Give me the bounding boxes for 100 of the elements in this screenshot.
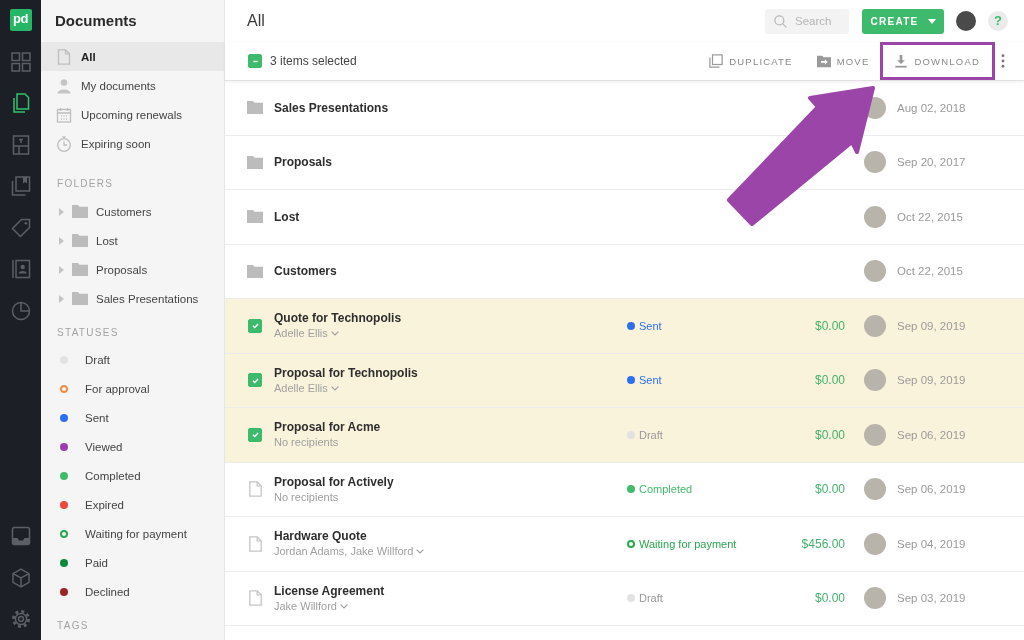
owner-avatar <box>864 369 886 392</box>
date-text: Sep 04, 2019 <box>897 537 966 550</box>
folder-icon <box>247 210 263 224</box>
caret-icon[interactable] <box>59 207 64 216</box>
selection-count: 3 items selected <box>270 54 357 68</box>
document-row[interactable]: Proposal for Actively No recipients Completed $0.00 Sep 06, 2019 <box>225 462 1024 517</box>
checkmark-icon <box>250 375 260 385</box>
chevron-down-icon[interactable] <box>416 549 425 555</box>
owner-avatar <box>864 314 886 337</box>
status-label: Sent <box>639 374 662 387</box>
sidebar-item[interactable]: Upcoming renewals <box>41 100 224 129</box>
status-filter[interactable]: Sent <box>41 403 224 432</box>
date-text: Sep 20, 2017 <box>897 156 966 169</box>
recipients-text: No recipients <box>274 489 339 505</box>
status-filter[interactable]: Completed <box>41 461 224 490</box>
status-filter[interactable]: Expired <box>41 490 224 519</box>
folder-icon <box>72 292 88 305</box>
owner-avatar <box>864 532 886 555</box>
status-filter[interactable]: For approval <box>41 374 224 403</box>
document-icon <box>248 481 262 498</box>
duplicate-button[interactable]: DUPLICATE <box>709 54 793 68</box>
date-text: Sep 06, 2019 <box>897 428 966 441</box>
template-icon[interactable] <box>10 134 31 155</box>
document-row[interactable]: Proposal for Technopolis Adelle Ellis Sent $0.00 Sep 09, 2019 <box>225 353 1024 408</box>
more-options-icon[interactable] <box>1001 54 1005 68</box>
recipients-text: No recipients <box>274 435 339 451</box>
contact-icon[interactable] <box>10 259 31 280</box>
document-row[interactable]: License Agreement Jake Willford Draft $0.00 Sep 03, 2019 <box>225 571 1024 626</box>
status-filter[interactable]: Paid <box>41 548 224 577</box>
item-name: Sales Presentations <box>274 99 390 116</box>
item-name: Customers <box>274 263 338 280</box>
item-name: Proposal for Actively <box>274 473 395 490</box>
item-name: License Agreement <box>274 582 386 599</box>
date-text: Aug 02, 2018 <box>897 101 966 114</box>
user-avatar[interactable] <box>956 11 976 31</box>
section-heading: TAGS <box>56 619 90 633</box>
download-icon <box>894 54 909 68</box>
folder-icon <box>72 205 88 218</box>
status-label: Sent <box>639 319 662 332</box>
cube-icon[interactable] <box>10 567 31 588</box>
document-row[interactable]: Quote for Technopolis Adelle Ellis Sent $0.00 Sep 09, 2019 <box>225 299 1024 354</box>
status-label: Completed <box>639 483 693 496</box>
row-checkbox[interactable] <box>248 427 262 442</box>
status-filter[interactable]: Viewed <box>41 432 224 461</box>
status-filter[interactable]: Draft <box>41 345 224 374</box>
docs-icon[interactable] <box>10 93 31 114</box>
folder-item[interactable]: Lost <box>41 226 224 255</box>
status-filter[interactable]: Waiting for payment <box>41 519 224 548</box>
folder-icon <box>72 263 88 276</box>
owner-avatar <box>864 151 886 174</box>
date-text: Sep 06, 2019 <box>897 483 966 496</box>
library-icon[interactable] <box>10 176 31 197</box>
owner-avatar <box>864 423 886 446</box>
document-icon <box>248 590 262 607</box>
row-checkbox[interactable] <box>248 318 262 333</box>
pie-icon[interactable] <box>10 300 31 321</box>
folder-item[interactable]: Proposals <box>41 255 224 284</box>
grid-icon[interactable] <box>10 51 31 72</box>
folder-item[interactable]: Sales Presentations <box>41 284 224 313</box>
chevron-down-icon[interactable] <box>339 603 348 609</box>
chevron-down-icon[interactable] <box>330 331 339 337</box>
section-heading: FOLDERS <box>56 177 115 191</box>
inbox-icon[interactable] <box>10 526 31 547</box>
search-field[interactable]: Search <box>765 8 849 34</box>
item-name: Proposal for Technopolis <box>274 364 419 381</box>
folder-item[interactable]: Customers <box>41 197 224 226</box>
folder-icon <box>247 101 263 115</box>
document-row[interactable]: Proposal for Acme No recipients Draft $0.00 Sep 06, 2019 <box>225 408 1024 463</box>
row-checkbox[interactable] <box>248 373 262 388</box>
caret-icon[interactable] <box>59 236 64 245</box>
tag-icon[interactable] <box>10 217 31 238</box>
caret-icon[interactable] <box>59 265 64 274</box>
person-icon <box>56 77 72 94</box>
item-name: Hardware Quote <box>274 528 368 545</box>
amount: $456.00 <box>801 536 845 551</box>
owner-avatar <box>864 478 886 501</box>
select-all-checkbox[interactable] <box>248 54 262 68</box>
chevron-down-icon[interactable] <box>330 385 339 391</box>
sidebar-item[interactable]: My documents <box>41 71 224 100</box>
sidebar-item[interactable]: All <box>41 42 224 71</box>
document-row[interactable]: Hardware Quote Jordan Adams, Jake Willford Waiting for payment $456.00 Sep 04, 2019 <box>225 517 1024 572</box>
recipients-text: Jake Willford <box>274 598 337 614</box>
gear-icon[interactable] <box>10 609 31 630</box>
status-filter[interactable]: Declined <box>41 577 224 606</box>
amount: $0.00 <box>814 591 845 606</box>
duplicate-icon <box>709 54 724 68</box>
status-label: Waiting for payment <box>639 537 737 550</box>
amount: $0.00 <box>814 427 845 442</box>
checkmark-icon <box>250 321 260 331</box>
owner-avatar <box>864 587 886 610</box>
download-button[interactable]: DOWNLOAD <box>894 54 980 68</box>
amount: $0.00 <box>814 318 845 333</box>
section-heading: STATUSES <box>56 326 120 340</box>
caret-icon[interactable] <box>59 294 64 303</box>
item-name: Proposals <box>274 154 334 171</box>
move-button[interactable]: MOVE <box>816 54 870 68</box>
item-name: Quote for Technopolis <box>274 310 403 327</box>
sidebar-item[interactable]: Expiring soon <box>41 129 224 158</box>
owner-avatar <box>864 260 886 283</box>
document-icon <box>56 48 72 65</box>
